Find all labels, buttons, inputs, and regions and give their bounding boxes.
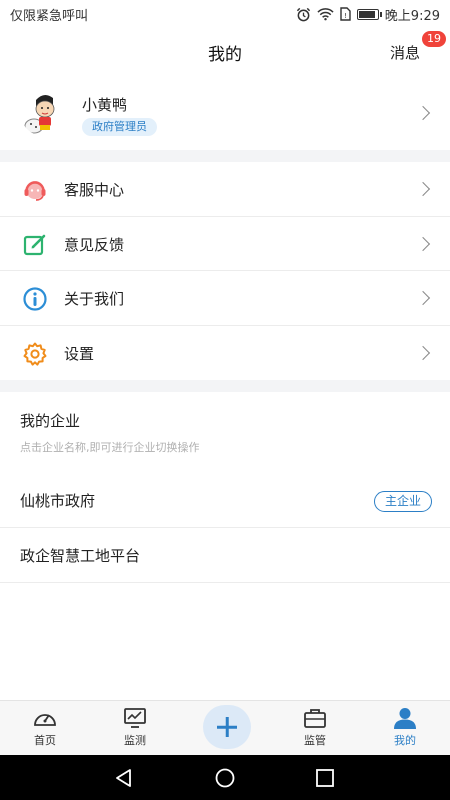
chevron-right-icon — [415, 236, 431, 251]
menu-item-label: 设置 — [64, 344, 95, 363]
menu-item-label: 意见反馈 — [64, 235, 125, 254]
info-icon — [23, 287, 47, 311]
wifi-icon — [317, 8, 334, 21]
menu-item-settings[interactable]: 设置 — [0, 326, 450, 381]
chevron-right-icon — [415, 290, 431, 306]
user-icon — [394, 708, 416, 729]
battery-icon — [356, 8, 382, 20]
menu-item-label: 关于我们 — [64, 290, 125, 308]
messages-label: 消息 — [389, 44, 420, 62]
sim-card-icon: ! — [340, 7, 351, 21]
svg-text:!: ! — [344, 12, 347, 20]
home-icon[interactable] — [214, 767, 236, 789]
menu-item-feedback[interactable]: 意见反馈 — [0, 217, 450, 271]
alarm-icon — [296, 7, 310, 21]
tab-monitor[interactable]: 监测 — [105, 707, 165, 748]
avatar — [20, 88, 68, 136]
chevron-right-icon — [415, 105, 431, 121]
toolbox-icon — [304, 709, 326, 728]
system-navigation-bar — [0, 755, 450, 800]
enterprise-title: 我的企业 — [20, 412, 81, 430]
menu-item-customer-service[interactable]: 客服中心 — [0, 162, 450, 217]
enterprise-name: 仙桃市政府 — [20, 492, 96, 510]
enterprise-item[interactable]: 仙桃市政府 主企业 — [0, 474, 450, 528]
username: 小黄鸭 — [82, 96, 128, 114]
menu-item-about[interactable]: 关于我们 — [0, 271, 450, 326]
settings-menu: 客服中心 意见反馈 关于我们 设置 — [0, 162, 450, 380]
tab-label: 监管 — [304, 734, 326, 747]
tab-supervision[interactable]: 监管 — [285, 707, 345, 748]
carrier-text: 仅限紧急呼叫 — [10, 8, 89, 24]
main-enterprise-badge: 主企业 — [373, 491, 432, 512]
bottom-tab-bar: 首页 监测 监管 我的 — [0, 700, 450, 755]
tab-label: 我的 — [394, 734, 416, 747]
messages-count-badge: 19 — [422, 31, 446, 47]
dashboard-icon — [34, 714, 56, 726]
chevron-right-icon — [415, 345, 431, 360]
enterprise-name: 政企智慧工地平台 — [20, 547, 141, 565]
chevron-right-icon — [415, 181, 431, 197]
back-icon[interactable] — [113, 767, 135, 789]
tab-label: 监测 — [124, 734, 146, 747]
settings-gear-icon — [23, 342, 47, 366]
tab-home[interactable]: 首页 — [15, 707, 75, 748]
role-badge: 政府管理员 — [82, 118, 157, 136]
tab-label: 首页 — [34, 734, 56, 747]
status-bar: 仅限紧急呼叫 ! 晚上9:29 — [0, 0, 450, 28]
enterprise-item[interactable]: 政企智慧工地平台 — [0, 529, 450, 583]
recent-apps-icon[interactable] — [314, 767, 336, 789]
feedback-edit-icon — [23, 234, 46, 255]
enterprise-hint: 点击企业名称,即可进行企业切换操作 — [20, 441, 200, 454]
header: 我的 消息 19 — [0, 28, 450, 76]
tab-mine[interactable]: 我的 — [375, 707, 435, 748]
profile-card[interactable]: 小黄鸭 政府管理员 — [0, 76, 450, 150]
messages-button[interactable]: 消息 — [390, 42, 420, 63]
status-icons: ! 晚上9:29 — [296, 5, 440, 24]
customer-service-icon — [24, 181, 46, 201]
menu-item-label: 客服中心 — [64, 181, 125, 199]
monitor-chart-icon — [124, 708, 146, 728]
add-button[interactable] — [203, 705, 251, 749]
page-title: 我的 — [208, 45, 242, 65]
enterprise-section: 我的企业 点击企业名称,即可进行企业切换操作 仙桃市政府 主企业 政企智慧工地平… — [0, 392, 450, 700]
status-time: 晚上9:29 — [384, 8, 440, 24]
